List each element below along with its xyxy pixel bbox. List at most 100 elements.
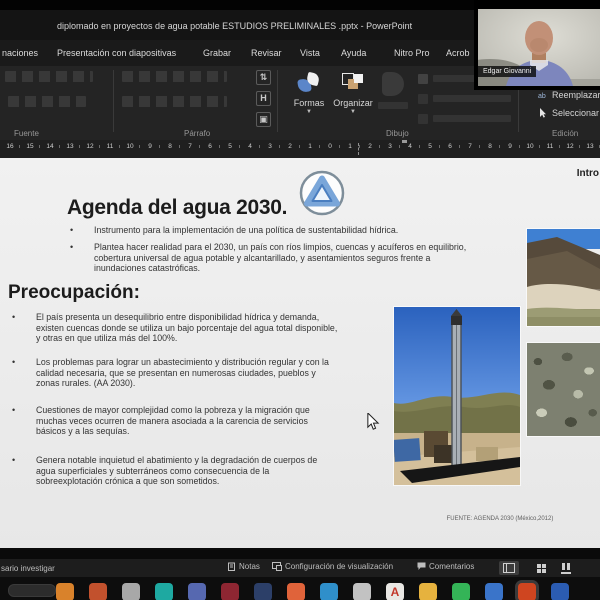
shapes-label: Formas xyxy=(294,98,325,108)
quick-styles-ghost-label xyxy=(378,102,408,109)
taskbar-app-teal-icon[interactable] xyxy=(155,583,173,600)
paragraph-controls-ghost-row xyxy=(122,71,227,82)
ruler-number: 7 xyxy=(180,143,200,150)
bullet-marker: • xyxy=(70,242,94,274)
taskbar-app-orange-icon[interactable] xyxy=(56,583,74,600)
outlook-icon[interactable] xyxy=(485,583,503,600)
file-explorer-icon[interactable] xyxy=(419,583,437,600)
tab-ayuda[interactable]: Ayuda xyxy=(341,48,366,58)
text-direction-icon[interactable]: ⇅ xyxy=(256,70,271,85)
bullet-text: El país presenta un desequilibrio entre … xyxy=(36,312,338,344)
bullet-text: Instrumento para la implementación de un… xyxy=(94,225,472,236)
shape-fill-ghost-icon xyxy=(418,74,428,84)
slide-canvas[interactable]: Intro Agenda del agua 2030. • Instrument… xyxy=(0,158,600,548)
ruler-indent-marker[interactable] xyxy=(402,140,407,143)
ruler-number: 5 xyxy=(420,143,440,150)
tab-animaciones[interactable]: naciones xyxy=(2,48,38,58)
desert-landscape-photo[interactable] xyxy=(527,229,600,326)
select-button[interactable]: Seleccionar xyxy=(538,108,599,118)
drilling-rig-photo[interactable] xyxy=(394,307,520,485)
autocad-icon[interactable]: A xyxy=(386,583,404,600)
bullet-marker: • xyxy=(70,225,94,236)
ruler-number: 1 xyxy=(340,143,360,150)
organization-logo[interactable] xyxy=(298,169,346,217)
bullet-marker: • xyxy=(12,455,36,487)
display-settings-icon xyxy=(272,562,282,571)
edge-icon[interactable] xyxy=(320,583,338,600)
shape-outline-ghost-icon xyxy=(418,94,428,104)
slide-sorter-view-button[interactable] xyxy=(531,561,551,575)
bullet-text: Cuestiones de mayor complejidad como la … xyxy=(36,405,338,437)
smartart-icon[interactable]: ▣ xyxy=(256,112,271,127)
webcam-overlay[interactable]: Edgar Giovanni xyxy=(474,0,600,90)
concern-bullet-1[interactable]: • El país presenta un desequilibrio entr… xyxy=(12,312,338,344)
ruler-number: 9 xyxy=(500,143,520,150)
slide-corner-header: Intro xyxy=(577,168,599,179)
taskbar-search[interactable] xyxy=(8,584,56,597)
shape-effects-ghost-label xyxy=(433,115,511,122)
slide-title[interactable]: Agenda del agua 2030. xyxy=(67,196,287,220)
group-label-edicion: Edición xyxy=(552,129,578,138)
tab-presentacion-con-diapositivas[interactable]: Presentación con diapositivas xyxy=(57,48,176,58)
slide-footnote: FUENTE: AGENDA 2030 (México,2012) xyxy=(418,516,582,522)
group-label-fuente: Fuente xyxy=(14,129,39,138)
shape-outline-ghost-label xyxy=(433,95,511,102)
ruler-number: 13 xyxy=(580,143,600,150)
ruler-number: 15 xyxy=(20,143,40,150)
ruler-number: 4 xyxy=(400,143,420,150)
chrome-icon[interactable] xyxy=(353,583,371,600)
tab-grabar[interactable]: Grabar xyxy=(203,48,231,58)
ruler-number: 4 xyxy=(240,143,260,150)
agenda-bullet-2[interactable]: • Plantea hacer realidad para el 2030, u… xyxy=(70,242,472,274)
arrange-button[interactable]: Organizar ▼ xyxy=(332,69,374,115)
comments-button[interactable]: Comentarios xyxy=(417,562,474,571)
ruler-number: 14 xyxy=(40,143,60,150)
powerpoint-icon[interactable] xyxy=(518,583,536,600)
firefox-icon[interactable] xyxy=(287,583,305,600)
taskbar-app-navy-icon[interactable] xyxy=(254,583,272,600)
window-title: diplomado en proyectos de agua potable E… xyxy=(57,21,412,31)
tab-acrobat[interactable]: Acrob xyxy=(446,48,470,58)
ruler-number: 2 xyxy=(280,143,300,150)
normal-view-button[interactable] xyxy=(499,561,519,575)
horizontal-ruler[interactable]: 1615141312111098765432101234567891011121… xyxy=(0,140,600,159)
reading-view-button[interactable] xyxy=(556,561,576,575)
taskbar-app-document-icon[interactable] xyxy=(122,583,140,600)
svg-text:ab: ab xyxy=(538,93,546,100)
agenda-bullet-1[interactable]: • Instrumento para la implementación de … xyxy=(70,225,472,236)
taskbar-app-darkred-icon[interactable] xyxy=(221,583,239,600)
ruler-number: 1 xyxy=(300,143,320,150)
screen: diplomado en proyectos de agua potable E… xyxy=(0,0,600,600)
taskbar-app-rust-icon[interactable] xyxy=(89,583,107,600)
concern-bullet-2[interactable]: • Los problemas para lograr un abastecim… xyxy=(12,357,338,389)
bullet-text: Plantea hacer realidad para el 2030, un … xyxy=(94,242,472,274)
ruler-number: 10 xyxy=(120,143,140,150)
tab-revisar[interactable]: Revisar xyxy=(251,48,282,58)
comments-icon xyxy=(417,562,426,571)
ruler-number: 12 xyxy=(80,143,100,150)
ruler-number: 8 xyxy=(160,143,180,150)
tab-nitro-pro[interactable]: Nitro Pro xyxy=(394,48,430,58)
group-label-parrafo: Párrafo xyxy=(184,129,210,138)
tab-vista[interactable]: Vista xyxy=(300,48,320,58)
replace-button[interactable]: ab Reemplazar xyxy=(538,90,600,100)
ruler-number: 6 xyxy=(200,143,220,150)
notes-button[interactable]: Notas xyxy=(228,562,260,571)
concern-bullet-3[interactable]: • Cuestiones de mayor complejidad como l… xyxy=(12,405,338,437)
concern-heading[interactable]: Preocupación: xyxy=(8,282,140,304)
bullet-text: Genera notable inquietud el abatimiento … xyxy=(36,455,338,487)
shapes-button[interactable]: Formas ▼ xyxy=(288,69,330,115)
scrub-vegetation-photo[interactable] xyxy=(527,343,600,436)
arrange-icon xyxy=(340,71,366,97)
replace-icon: ab xyxy=(538,90,548,100)
display-settings-button[interactable]: Configuración de visualización xyxy=(272,562,393,571)
align-text-icon[interactable]: H xyxy=(256,91,271,106)
concern-bullet-4[interactable]: • Genera notable inquietud el abatimient… xyxy=(12,455,338,487)
group-divider xyxy=(277,70,278,132)
ruler-number: 13 xyxy=(60,143,80,150)
select-label: Seleccionar xyxy=(552,108,599,118)
taskbar-app-indigo-icon[interactable] xyxy=(188,583,206,600)
word-icon[interactable] xyxy=(551,583,569,600)
slide-bottom-gap xyxy=(0,548,600,559)
whatsapp-icon[interactable] xyxy=(452,583,470,600)
